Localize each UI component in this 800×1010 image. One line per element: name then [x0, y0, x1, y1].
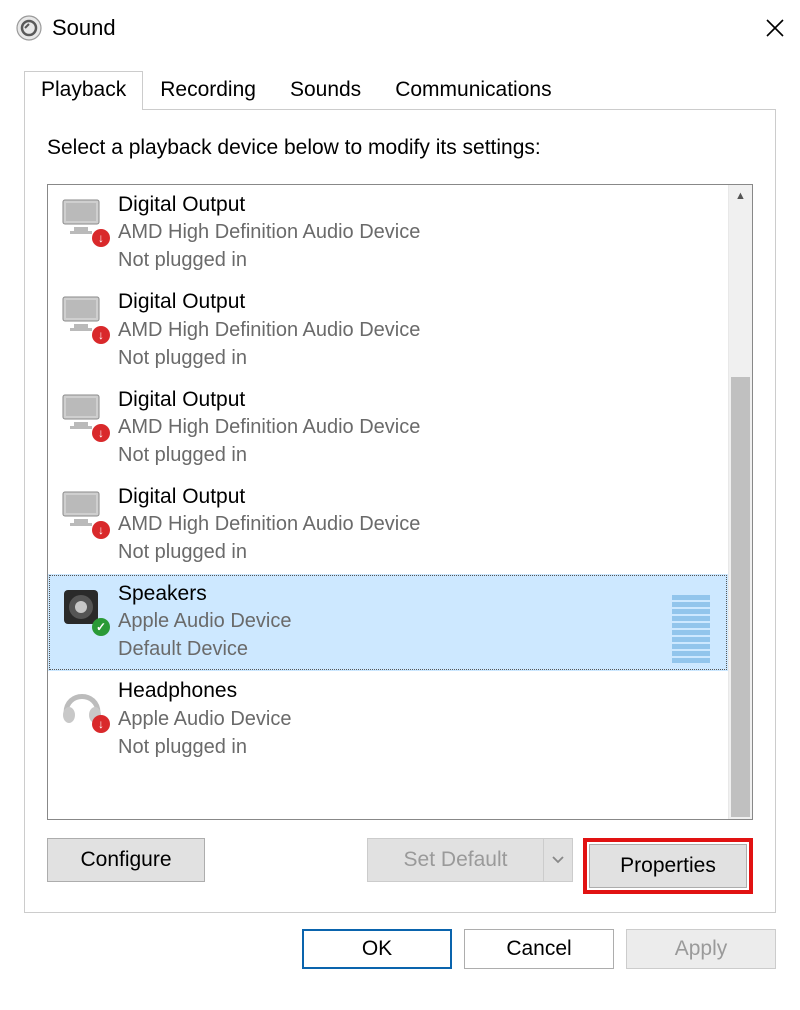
- device-name: Digital Output: [118, 288, 420, 315]
- set-default-label: Set Default: [404, 848, 508, 872]
- device-desc: AMD High Definition Audio Device: [118, 218, 420, 246]
- set-default-dropdown-icon[interactable]: [543, 838, 573, 882]
- device-status: Not plugged in: [118, 733, 291, 761]
- device-text: Digital OutputAMD High Definition Audio …: [118, 483, 420, 566]
- apply-button[interactable]: Apply: [626, 929, 776, 969]
- device-status: Not plugged in: [118, 246, 420, 274]
- unplugged-badge-icon: ↓: [92, 521, 110, 539]
- device-desc: Apple Audio Device: [118, 705, 291, 733]
- monitor-icon: ↓: [60, 294, 106, 340]
- device-status: Not plugged in: [118, 538, 420, 566]
- properties-highlight: Properties: [583, 838, 753, 894]
- headphones-icon: ↓: [60, 683, 106, 729]
- tab-content: Select a playback device below to modify…: [24, 110, 776, 913]
- close-button[interactable]: [760, 13, 790, 43]
- device-text: Digital OutputAMD High Definition Audio …: [118, 386, 420, 469]
- set-default-button[interactable]: Set Default: [367, 838, 543, 882]
- device-status: Not plugged in: [118, 344, 420, 372]
- monitor-icon: ↓: [60, 392, 106, 438]
- action-row: Configure Set Default Properties: [47, 838, 753, 894]
- device-desc: AMD High Definition Audio Device: [118, 413, 420, 441]
- unplugged-badge-icon: ↓: [92, 715, 110, 733]
- device-name: Digital Output: [118, 191, 420, 218]
- device-desc: AMD High Definition Audio Device: [118, 510, 420, 538]
- titlebar: Sound: [0, 0, 800, 54]
- sound-icon: [14, 13, 44, 43]
- device-item[interactable]: ↓ Digital OutputAMD High Definition Audio…: [48, 185, 728, 282]
- device-status: Not plugged in: [118, 441, 420, 469]
- scroll-thumb[interactable]: [731, 377, 750, 817]
- device-item[interactable]: ↓ HeadphonesApple Audio DeviceNot plugged…: [48, 671, 728, 768]
- device-text: HeadphonesApple Audio DeviceNot plugged …: [118, 677, 291, 760]
- default-badge-icon: ✓: [92, 618, 110, 636]
- device-name: Digital Output: [118, 386, 420, 413]
- device-item[interactable]: ✓ SpeakersApple Audio DeviceDefault Devic…: [48, 574, 728, 671]
- tab-bar: Playback Recording Sounds Communications: [0, 54, 800, 110]
- scroll-up-icon[interactable]: ▲: [729, 185, 752, 207]
- device-name: Headphones: [118, 677, 291, 704]
- instruction-text: Select a playback device below to modify…: [47, 136, 753, 160]
- properties-button[interactable]: Properties: [589, 844, 747, 888]
- unplugged-badge-icon: ↓: [92, 326, 110, 344]
- device-item[interactable]: ↓ Digital OutputAMD High Definition Audio…: [48, 477, 728, 574]
- device-item[interactable]: ↓ Digital OutputAMD High Definition Audio…: [48, 380, 728, 477]
- tab-recording[interactable]: Recording: [143, 71, 273, 110]
- device-text: SpeakersApple Audio DeviceDefault Device: [118, 580, 291, 663]
- device-name: Speakers: [118, 580, 291, 607]
- monitor-icon: ↓: [60, 197, 106, 243]
- device-desc: AMD High Definition Audio Device: [118, 316, 420, 344]
- tab-communications[interactable]: Communications: [378, 71, 568, 110]
- device-name: Digital Output: [118, 483, 420, 510]
- unplugged-badge-icon: ↓: [92, 424, 110, 442]
- device-text: Digital OutputAMD High Definition Audio …: [118, 191, 420, 274]
- device-desc: Apple Audio Device: [118, 607, 291, 635]
- monitor-icon: ↓: [60, 489, 106, 535]
- window-title: Sound: [52, 15, 760, 41]
- tab-playback[interactable]: Playback: [24, 71, 143, 110]
- level-meter: [672, 580, 716, 663]
- device-list: ↓Digital OutputAMD High Definition Audio…: [47, 184, 753, 820]
- scroll-track[interactable]: [729, 207, 752, 797]
- cancel-button[interactable]: Cancel: [464, 929, 614, 969]
- tab-sounds[interactable]: Sounds: [273, 71, 378, 110]
- device-status: Default Device: [118, 635, 291, 663]
- scrollbar[interactable]: ▲ ▼: [728, 185, 752, 819]
- configure-button[interactable]: Configure: [47, 838, 205, 882]
- unplugged-badge-icon: ↓: [92, 229, 110, 247]
- device-item[interactable]: ↓ Digital OutputAMD High Definition Audio…: [48, 282, 728, 379]
- device-text: Digital OutputAMD High Definition Audio …: [118, 288, 420, 371]
- ok-button[interactable]: OK: [302, 929, 452, 969]
- speaker-icon: ✓: [60, 586, 106, 632]
- dialog-button-row: OK Cancel Apply: [0, 913, 800, 983]
